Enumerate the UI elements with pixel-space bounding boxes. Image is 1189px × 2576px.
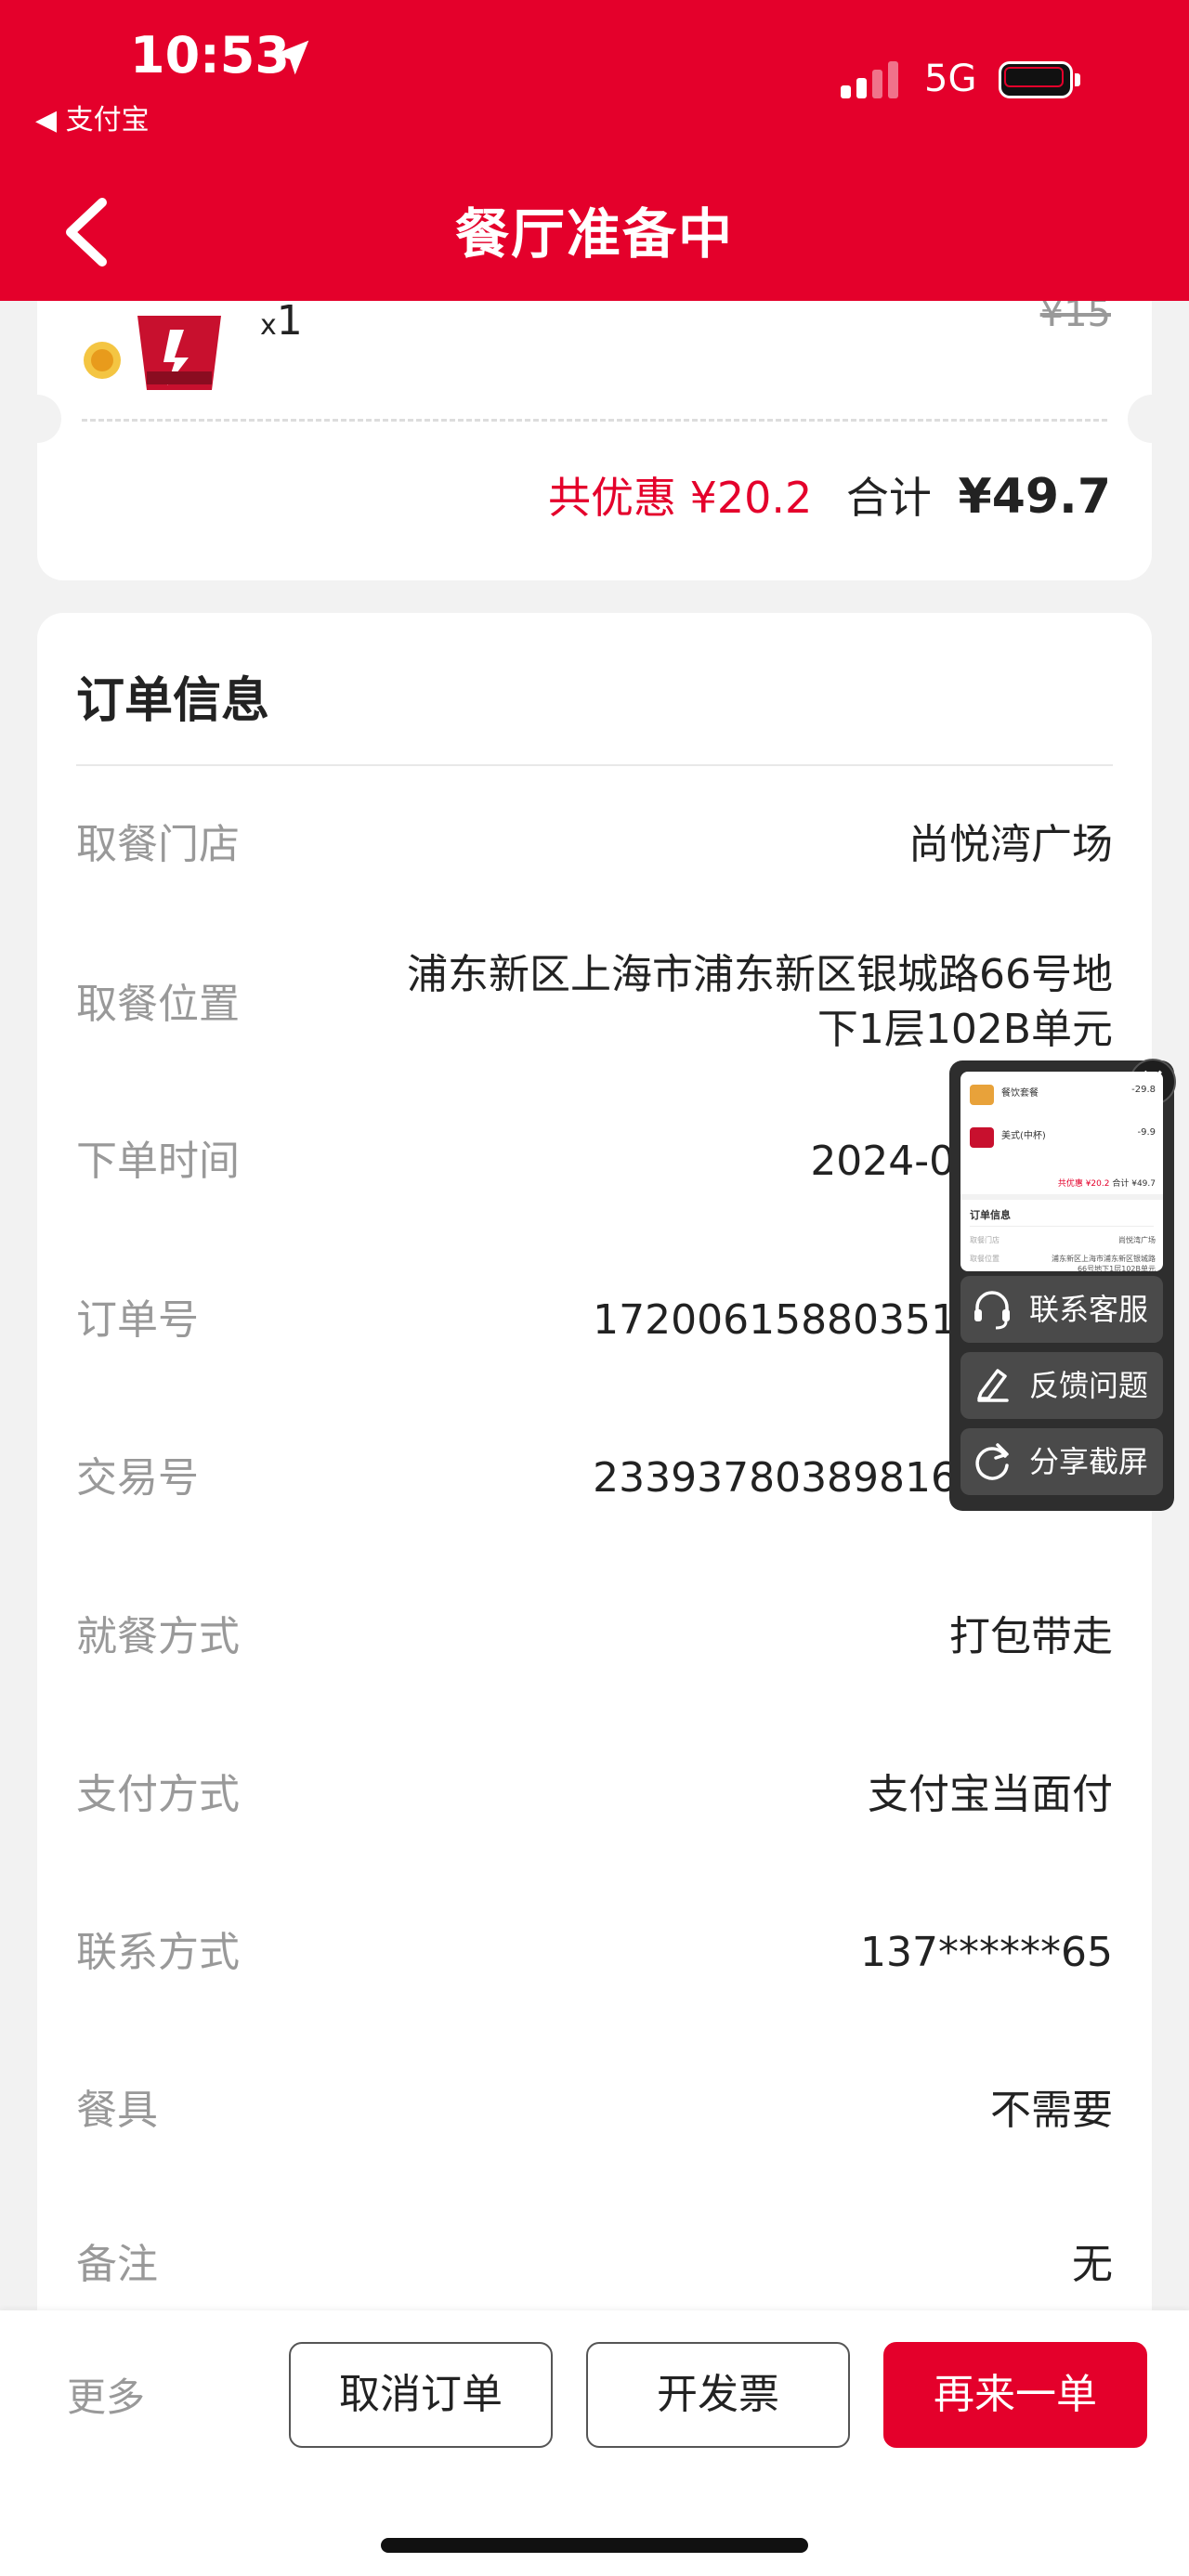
info-label: 联系方式 xyxy=(76,1929,240,1976)
thumb-info-row: 取餐门店 尚悦湾广场 xyxy=(970,1236,1156,1244)
bottom-action-bar: 更多 取消订单 开发票 再来一单 xyxy=(0,2310,1189,2576)
info-label: 备注 xyxy=(76,2241,158,2288)
order-total-row: 共优惠 ¥20.2 合计 ¥49.7 xyxy=(548,464,1111,526)
item-quantity: x1 xyxy=(260,297,303,345)
more-button[interactable]: 更多 xyxy=(67,2366,145,2423)
share-screenshot-label: 分享截屏 xyxy=(1029,1444,1149,1479)
dashed-divider xyxy=(82,419,1107,422)
headset-icon xyxy=(974,1291,1010,1330)
contact-service-button[interactable]: 联系客服 xyxy=(960,1276,1163,1343)
total-amount: ¥49.7 xyxy=(958,469,1111,525)
info-row-dining-method: 就餐方式 打包带走 xyxy=(76,1605,1113,1716)
info-value: 浦东新区上海市浦东新区银城路66号地下1层102B单元 xyxy=(407,951,1113,1054)
thumb-item-price: -29.8 xyxy=(1131,1085,1156,1095)
info-label: 下单时间 xyxy=(76,1138,240,1185)
info-label: 餐具 xyxy=(76,2087,158,2134)
invoice-button[interactable]: 开发票 xyxy=(586,2342,850,2448)
thumb-item-name: 餐饮套餐 xyxy=(1001,1088,1039,1099)
thumb-item-row: 美式(中杯) -9.9 xyxy=(970,1127,1156,1150)
discount-amount: 共优惠 ¥20.2 xyxy=(547,473,813,523)
network-type: 5G xyxy=(924,58,977,100)
info-label: 取餐门店 xyxy=(76,821,240,868)
info-label: 交易号 xyxy=(76,1454,199,1502)
info-row-utensils: 餐具 不需要 xyxy=(76,2078,1113,2190)
info-value: 支付宝当面付 xyxy=(868,1771,1113,1818)
order-info-divider xyxy=(76,764,1113,766)
feedback-button[interactable]: 反馈问题 xyxy=(960,1352,1163,1419)
signal-icon xyxy=(841,58,906,98)
thumb-total: 共优惠 ¥20.2 合计 ¥49.7 xyxy=(1057,1179,1156,1189)
feedback-icon xyxy=(977,1369,1009,1402)
thumb-food-image xyxy=(970,1127,994,1148)
info-label: 支付方式 xyxy=(76,1771,240,1818)
screenshot-share-panel: ✕ 餐饮套餐 -29.8 美式(中杯) -9.9 共优惠 ¥20.2 合计 ¥4… xyxy=(949,1059,1176,1511)
status-time: 10:53 xyxy=(130,26,290,85)
contact-service-label: 联系客服 xyxy=(1029,1292,1149,1327)
info-value: 137******65 xyxy=(860,1929,1113,1976)
thumb-item-row: 餐饮套餐 -29.8 xyxy=(970,1085,1156,1107)
info-value: 不需要 xyxy=(990,2087,1113,2134)
info-label: 订单号 xyxy=(76,1296,199,1344)
info-row-contact: 联系方式 137******65 xyxy=(76,1920,1113,2032)
thumb-separator xyxy=(960,1194,1163,1200)
reorder-button[interactable]: 再来一单 xyxy=(883,2342,1147,2448)
thumb-food-image xyxy=(970,1085,994,1105)
battery-icon xyxy=(999,61,1082,98)
thumb-item-name: 美式(中杯) xyxy=(1001,1131,1046,1141)
order-info-title: 订单信息 xyxy=(76,673,270,729)
info-row-pickup-location: 取餐位置 浦东新区上海市浦东新区银城路66号地下1层102B单元 xyxy=(76,947,1113,1077)
share-screenshot-button[interactable]: 分享截屏 xyxy=(960,1428,1163,1495)
info-row-payment-method: 支付方式 支付宝当面付 xyxy=(76,1763,1113,1874)
cancel-order-button[interactable]: 取消订单 xyxy=(289,2342,553,2448)
home-indicator[interactable] xyxy=(381,2538,808,2553)
info-label: 就餐方式 xyxy=(76,1613,240,1660)
ticket-notch-right xyxy=(1128,395,1176,443)
location-arrow-icon xyxy=(274,40,309,75)
ticket-notch-left xyxy=(13,395,61,443)
info-value: 无 xyxy=(1072,2241,1113,2288)
header-bar: 10:53 ◀ 支付宝 5G 餐厅准备中 xyxy=(0,0,1189,301)
share-icon xyxy=(975,1443,1009,1480)
info-label: 取餐位置 xyxy=(76,981,240,1028)
feedback-label: 反馈问题 xyxy=(1029,1368,1149,1403)
info-value: 打包带走 xyxy=(949,1613,1113,1660)
page-title: 餐厅准备中 xyxy=(454,202,734,266)
total-label: 合计 xyxy=(845,473,932,523)
screenshot-thumbnail[interactable]: 餐饮套餐 -29.8 美式(中杯) -9.9 共优惠 ¥20.2 合计 ¥49.… xyxy=(960,1072,1163,1271)
thumb-section-title: 订单信息 xyxy=(970,1209,1011,1221)
thumb-divider xyxy=(970,1226,1154,1227)
back-to-app-link[interactable]: ◀ 支付宝 xyxy=(35,97,150,137)
thumb-info-row: 取餐位置 浦东新区上海市浦东新区银城路66号地下1层102B单元 xyxy=(970,1255,1156,1271)
thumb-item-price: -9.9 xyxy=(1137,1127,1156,1138)
info-value: 尚悦湾广场 xyxy=(908,821,1113,868)
info-row-store: 取餐门店 尚悦湾广场 xyxy=(76,813,1113,924)
